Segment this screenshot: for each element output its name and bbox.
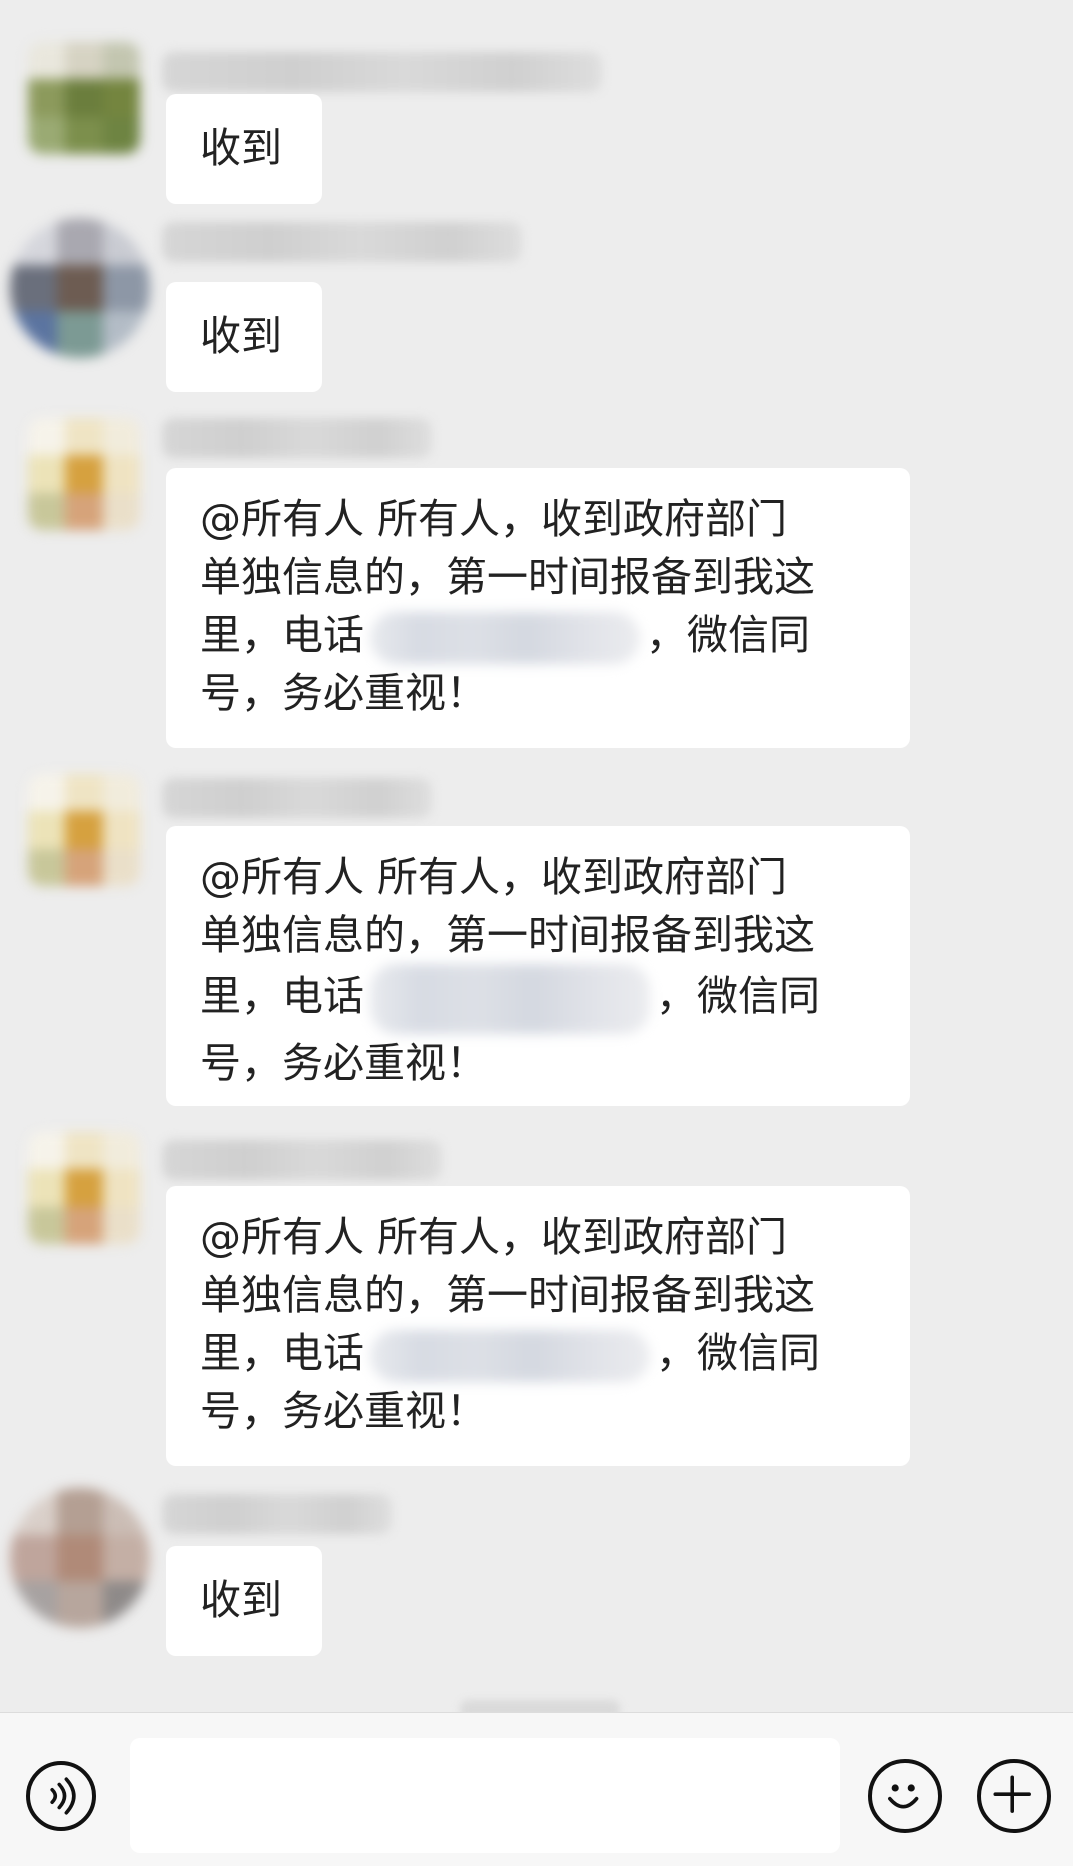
- message-text-segment: ，微信同: [656, 1329, 820, 1377]
- message-line: 里，电话 ，微信同: [200, 1324, 890, 1382]
- message-line: 单独信息的，第一时间报备到我这: [200, 911, 815, 959]
- message-text-segment: 里，电话: [200, 611, 364, 659]
- message-bubble[interactable]: @所有人 所有人，收到政府部门 单独信息的，第一时间报备到我这 里，电话 ，微信同…: [166, 1186, 910, 1466]
- chat-input-bar: [0, 1712, 1073, 1866]
- message-line: 号，务必重视！: [200, 669, 487, 717]
- avatar[interactable]: [10, 218, 150, 358]
- message-text-segment: ，微信同: [656, 972, 820, 1020]
- partial-timestamp-blurred: [460, 1700, 620, 1712]
- avatar[interactable]: [28, 774, 140, 886]
- message-line: 里，电话 ，微信同: [200, 964, 890, 1034]
- emoji-icon: [888, 1784, 919, 1809]
- message-line: 里，电话 ，微信同: [200, 606, 890, 664]
- message-line: 号，务必重视！: [200, 1387, 487, 1435]
- sender-name-blurred: [162, 778, 432, 818]
- message-line: 单独信息的，第一时间报备到我这: [200, 553, 815, 601]
- sender-name-blurred: [162, 222, 522, 262]
- message-bubble[interactable]: @所有人 所有人，收到政府部门 单独信息的，第一时间报备到我这 里，电话 ，微信同…: [166, 826, 910, 1106]
- emoji-button[interactable]: [868, 1759, 942, 1833]
- chat-message-list[interactable]: 收到 收到 @所有人 所有人，收到政府部门 单独信息的，第一时间报备到我这 里，…: [0, 0, 1073, 1712]
- message-text: 收到: [200, 1576, 282, 1624]
- avatar[interactable]: [28, 1132, 140, 1244]
- voice-icon: [50, 1777, 76, 1815]
- message-bubble[interactable]: 收到: [166, 282, 322, 392]
- message-input[interactable]: [130, 1738, 840, 1853]
- sender-name-blurred: [162, 418, 432, 458]
- sender-name-blurred: [162, 1140, 442, 1180]
- avatar[interactable]: [28, 418, 140, 530]
- avatar[interactable]: [28, 42, 140, 154]
- redacted-phone-number: [370, 612, 640, 664]
- message-text: 收到: [200, 312, 282, 360]
- message-line: @所有人 所有人，收到政府部门: [200, 495, 788, 543]
- sender-name-blurred: [162, 1494, 392, 1534]
- message-text-segment: 里，电话: [200, 1329, 364, 1377]
- redacted-phone-number: [370, 964, 650, 1034]
- message-bubble[interactable]: @所有人 所有人，收到政府部门 单独信息的，第一时间报备到我这 里，电话 ，微信同…: [166, 468, 910, 748]
- plus-icon: [993, 1775, 1031, 1813]
- message-line: @所有人 所有人，收到政府部门: [200, 853, 788, 901]
- avatar[interactable]: [10, 1488, 150, 1628]
- more-button[interactable]: [977, 1759, 1051, 1833]
- message-line: @所有人 所有人，收到政府部门: [200, 1213, 788, 1261]
- voice-button[interactable]: [26, 1761, 96, 1831]
- message-line: 号，务必重视！: [200, 1039, 487, 1087]
- message-text-segment: ，微信同: [646, 611, 810, 659]
- message-text-segment: 里，电话: [200, 972, 364, 1020]
- message-bubble[interactable]: 收到: [166, 94, 322, 204]
- sender-name-blurred: [162, 52, 602, 92]
- message-bubble[interactable]: 收到: [166, 1546, 322, 1656]
- message-text: 收到: [200, 124, 282, 172]
- message-line: 单独信息的，第一时间报备到我这: [200, 1271, 815, 1319]
- redacted-phone-number: [370, 1330, 650, 1382]
